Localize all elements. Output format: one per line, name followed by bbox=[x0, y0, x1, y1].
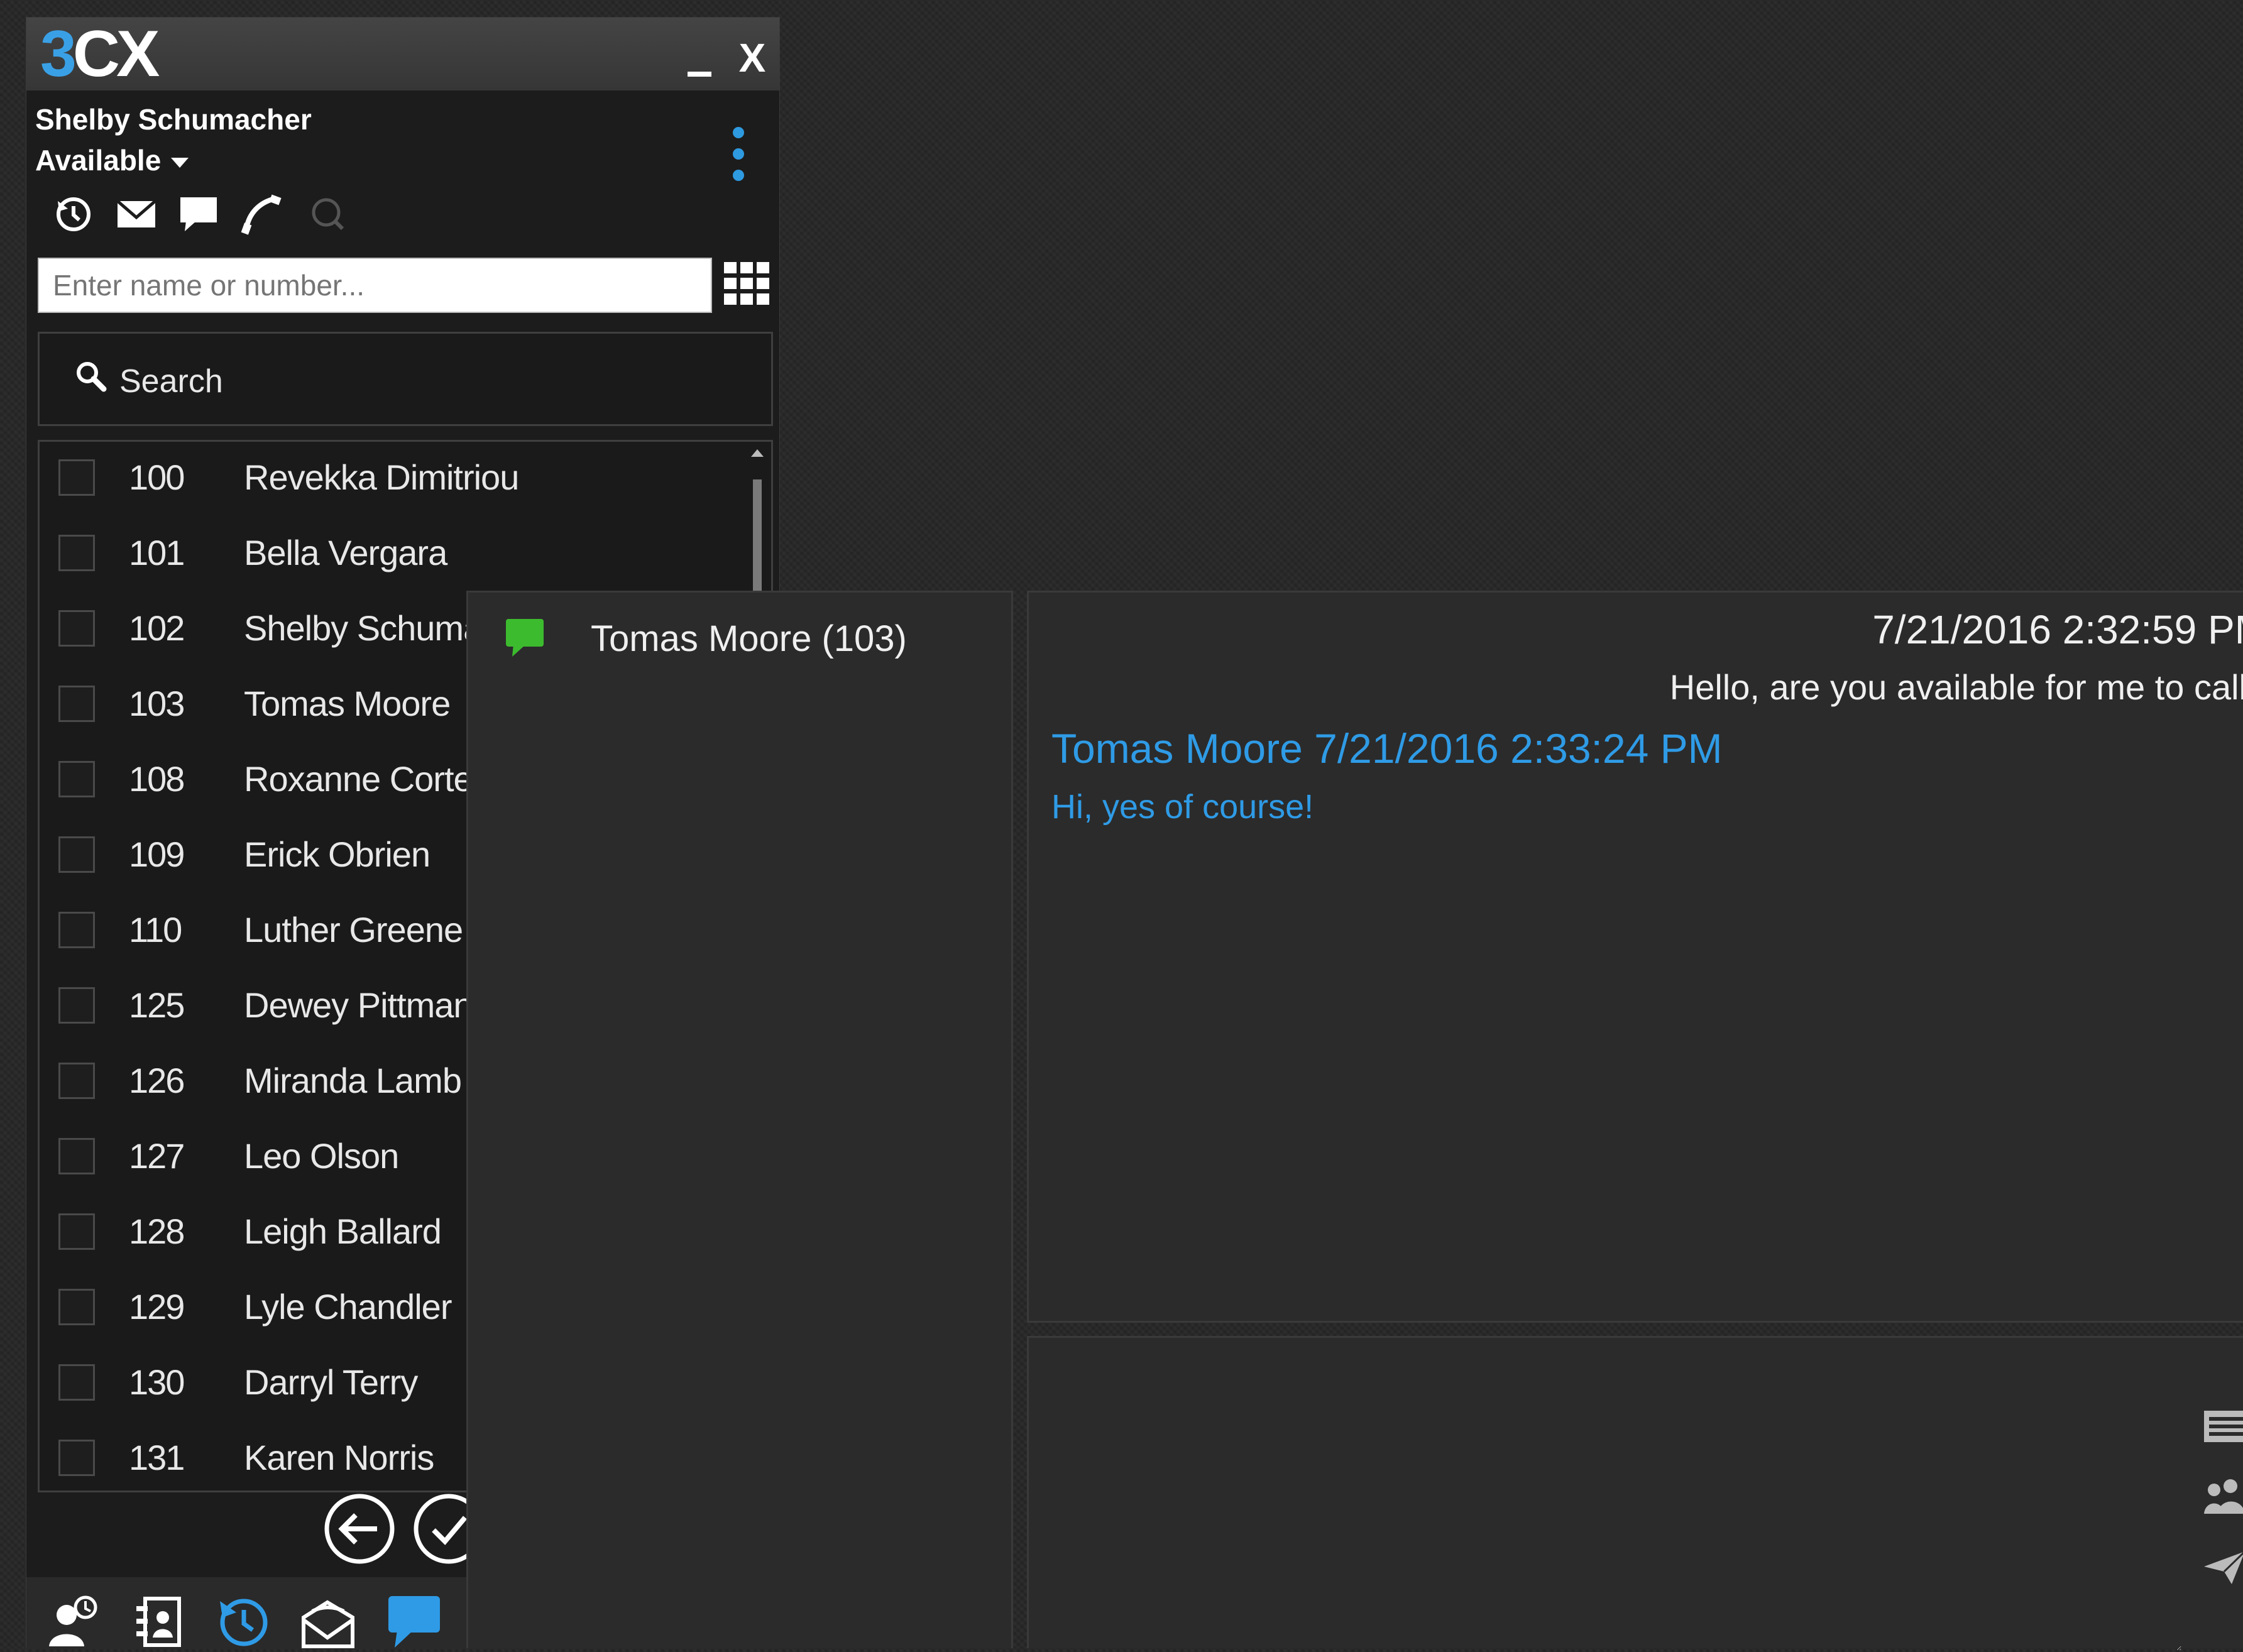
history-icon[interactable] bbox=[215, 1592, 271, 1649]
contact-checkbox[interactable] bbox=[58, 535, 95, 571]
title-bar[interactable]: 3CX X bbox=[26, 18, 779, 90]
contact-checkbox[interactable] bbox=[58, 1138, 95, 1174]
contact-extension: 110 bbox=[129, 910, 182, 949]
contact-checkbox[interactable] bbox=[58, 836, 95, 873]
contact-extension: 102 bbox=[129, 608, 185, 648]
name-number-input[interactable] bbox=[38, 258, 712, 313]
contacts-icon[interactable] bbox=[130, 1592, 187, 1649]
participants-icon[interactable] bbox=[2204, 1477, 2243, 1515]
toolbar bbox=[52, 192, 403, 249]
contact-name: Karen Norris bbox=[244, 1438, 434, 1477]
conversation-list: Tomas Moore (103) bbox=[466, 591, 1013, 1648]
contact-extension: 130 bbox=[129, 1362, 185, 1402]
phone-icon[interactable] bbox=[240, 192, 290, 243]
contact-checkbox[interactable] bbox=[58, 610, 95, 647]
message-text: Hello, are you available for me to call bbox=[1669, 667, 2243, 707]
contact-name: Roxanne Corte bbox=[244, 759, 473, 799]
contact-checkbox[interactable] bbox=[58, 1289, 95, 1325]
contact-extension: 127 bbox=[129, 1136, 185, 1176]
scroll-up-icon[interactable] bbox=[751, 449, 764, 457]
close-button[interactable]: X bbox=[733, 33, 771, 83]
message-text: Hi, yes of course! bbox=[1051, 788, 1314, 826]
chat-icon[interactable] bbox=[177, 192, 228, 243]
dialpad-icon bbox=[724, 262, 769, 305]
contact-extension: 126 bbox=[129, 1061, 185, 1100]
contact-extension: 108 bbox=[129, 759, 185, 799]
contact-extension: 103 bbox=[129, 684, 185, 723]
chat-bubble-icon bbox=[506, 619, 544, 658]
contact-name: Leo Olson bbox=[244, 1136, 399, 1176]
minimize-button[interactable] bbox=[680, 30, 718, 80]
contact-extension: 128 bbox=[129, 1212, 185, 1251]
contact-name: Luther Greene bbox=[244, 910, 463, 949]
contact-extension: 101 bbox=[129, 533, 185, 572]
contact-checkbox[interactable] bbox=[58, 686, 95, 722]
message-timestamp: 7/21/2016 2:32:59 PM bbox=[1872, 607, 2243, 652]
email-icon[interactable] bbox=[114, 192, 165, 243]
contact-name: Tomas Moore bbox=[244, 684, 451, 723]
minimize-icon bbox=[688, 72, 711, 77]
contact-checkbox[interactable] bbox=[58, 987, 95, 1024]
contact-checkbox[interactable] bbox=[58, 1213, 95, 1250]
contact-name: Dewey Pittman bbox=[244, 985, 473, 1025]
search-icon[interactable] bbox=[306, 192, 356, 243]
contact-extension: 109 bbox=[129, 834, 185, 874]
search-button[interactable]: Search bbox=[38, 332, 773, 426]
chat-compose-area bbox=[1027, 1336, 2243, 1651]
contact-checkbox[interactable] bbox=[58, 1063, 95, 1099]
contact-extension: 100 bbox=[129, 457, 185, 497]
contact-checkbox[interactable] bbox=[58, 761, 95, 797]
contact-name: Darryl Terry bbox=[244, 1362, 418, 1402]
presence-icon[interactable] bbox=[45, 1592, 102, 1649]
status-label: Available bbox=[35, 144, 162, 177]
contact-extension: 131 bbox=[129, 1438, 185, 1477]
chat-message-area: 7/21/2016 2:32:59 PM Hello, are you avai… bbox=[1027, 591, 2243, 1323]
send-icon[interactable] bbox=[2204, 1549, 2243, 1587]
contact-row[interactable]: 100 Revekka Dimitriou bbox=[40, 442, 771, 517]
dialpad-button[interactable] bbox=[723, 260, 773, 310]
contact-extension: 125 bbox=[129, 985, 185, 1025]
chevron-down-icon bbox=[171, 157, 189, 168]
user-name: Shelby Schumacher bbox=[35, 103, 312, 136]
conversation-name: Tomas Moore (103) bbox=[591, 618, 907, 659]
contact-row[interactable]: 101 Bella Vergara bbox=[40, 517, 771, 593]
contact-name: Shelby Schuma bbox=[244, 608, 483, 648]
contact-name: Lyle Chandler bbox=[244, 1287, 452, 1327]
message-sender-header: Tomas Moore 7/21/2016 2:33:24 PM bbox=[1051, 725, 1723, 772]
message-list-icon[interactable] bbox=[2204, 1407, 2243, 1445]
3cx-logo: 3CX bbox=[40, 18, 160, 90]
contact-checkbox[interactable] bbox=[58, 1440, 95, 1476]
search-icon bbox=[74, 359, 111, 397]
contact-checkbox[interactable] bbox=[58, 459, 95, 496]
conversation-item[interactable]: Tomas Moore (103) bbox=[468, 593, 1011, 681]
voicemail-icon[interactable] bbox=[300, 1592, 356, 1649]
contact-name: Miranda Lamb bbox=[244, 1061, 462, 1100]
contact-name: Leigh Ballard bbox=[244, 1212, 442, 1251]
contact-checkbox[interactable] bbox=[58, 1364, 95, 1401]
status-dropdown[interactable]: Available bbox=[35, 143, 189, 177]
contact-name: Bella Vergara bbox=[244, 533, 447, 572]
arrow-left-icon bbox=[324, 1494, 395, 1564]
contact-checkbox[interactable] bbox=[58, 912, 95, 948]
message-input[interactable] bbox=[1029, 1338, 2181, 1651]
history-icon[interactable] bbox=[52, 192, 102, 243]
contact-name: Revekka Dimitriou bbox=[244, 457, 519, 497]
contact-extension: 129 bbox=[129, 1287, 185, 1327]
more-menu-button[interactable] bbox=[729, 113, 748, 195]
contact-name: Erick Obrien bbox=[244, 834, 431, 874]
back-button[interactable] bbox=[322, 1491, 397, 1567]
search-button-label: Search bbox=[119, 363, 223, 400]
chat-icon[interactable] bbox=[386, 1592, 442, 1649]
